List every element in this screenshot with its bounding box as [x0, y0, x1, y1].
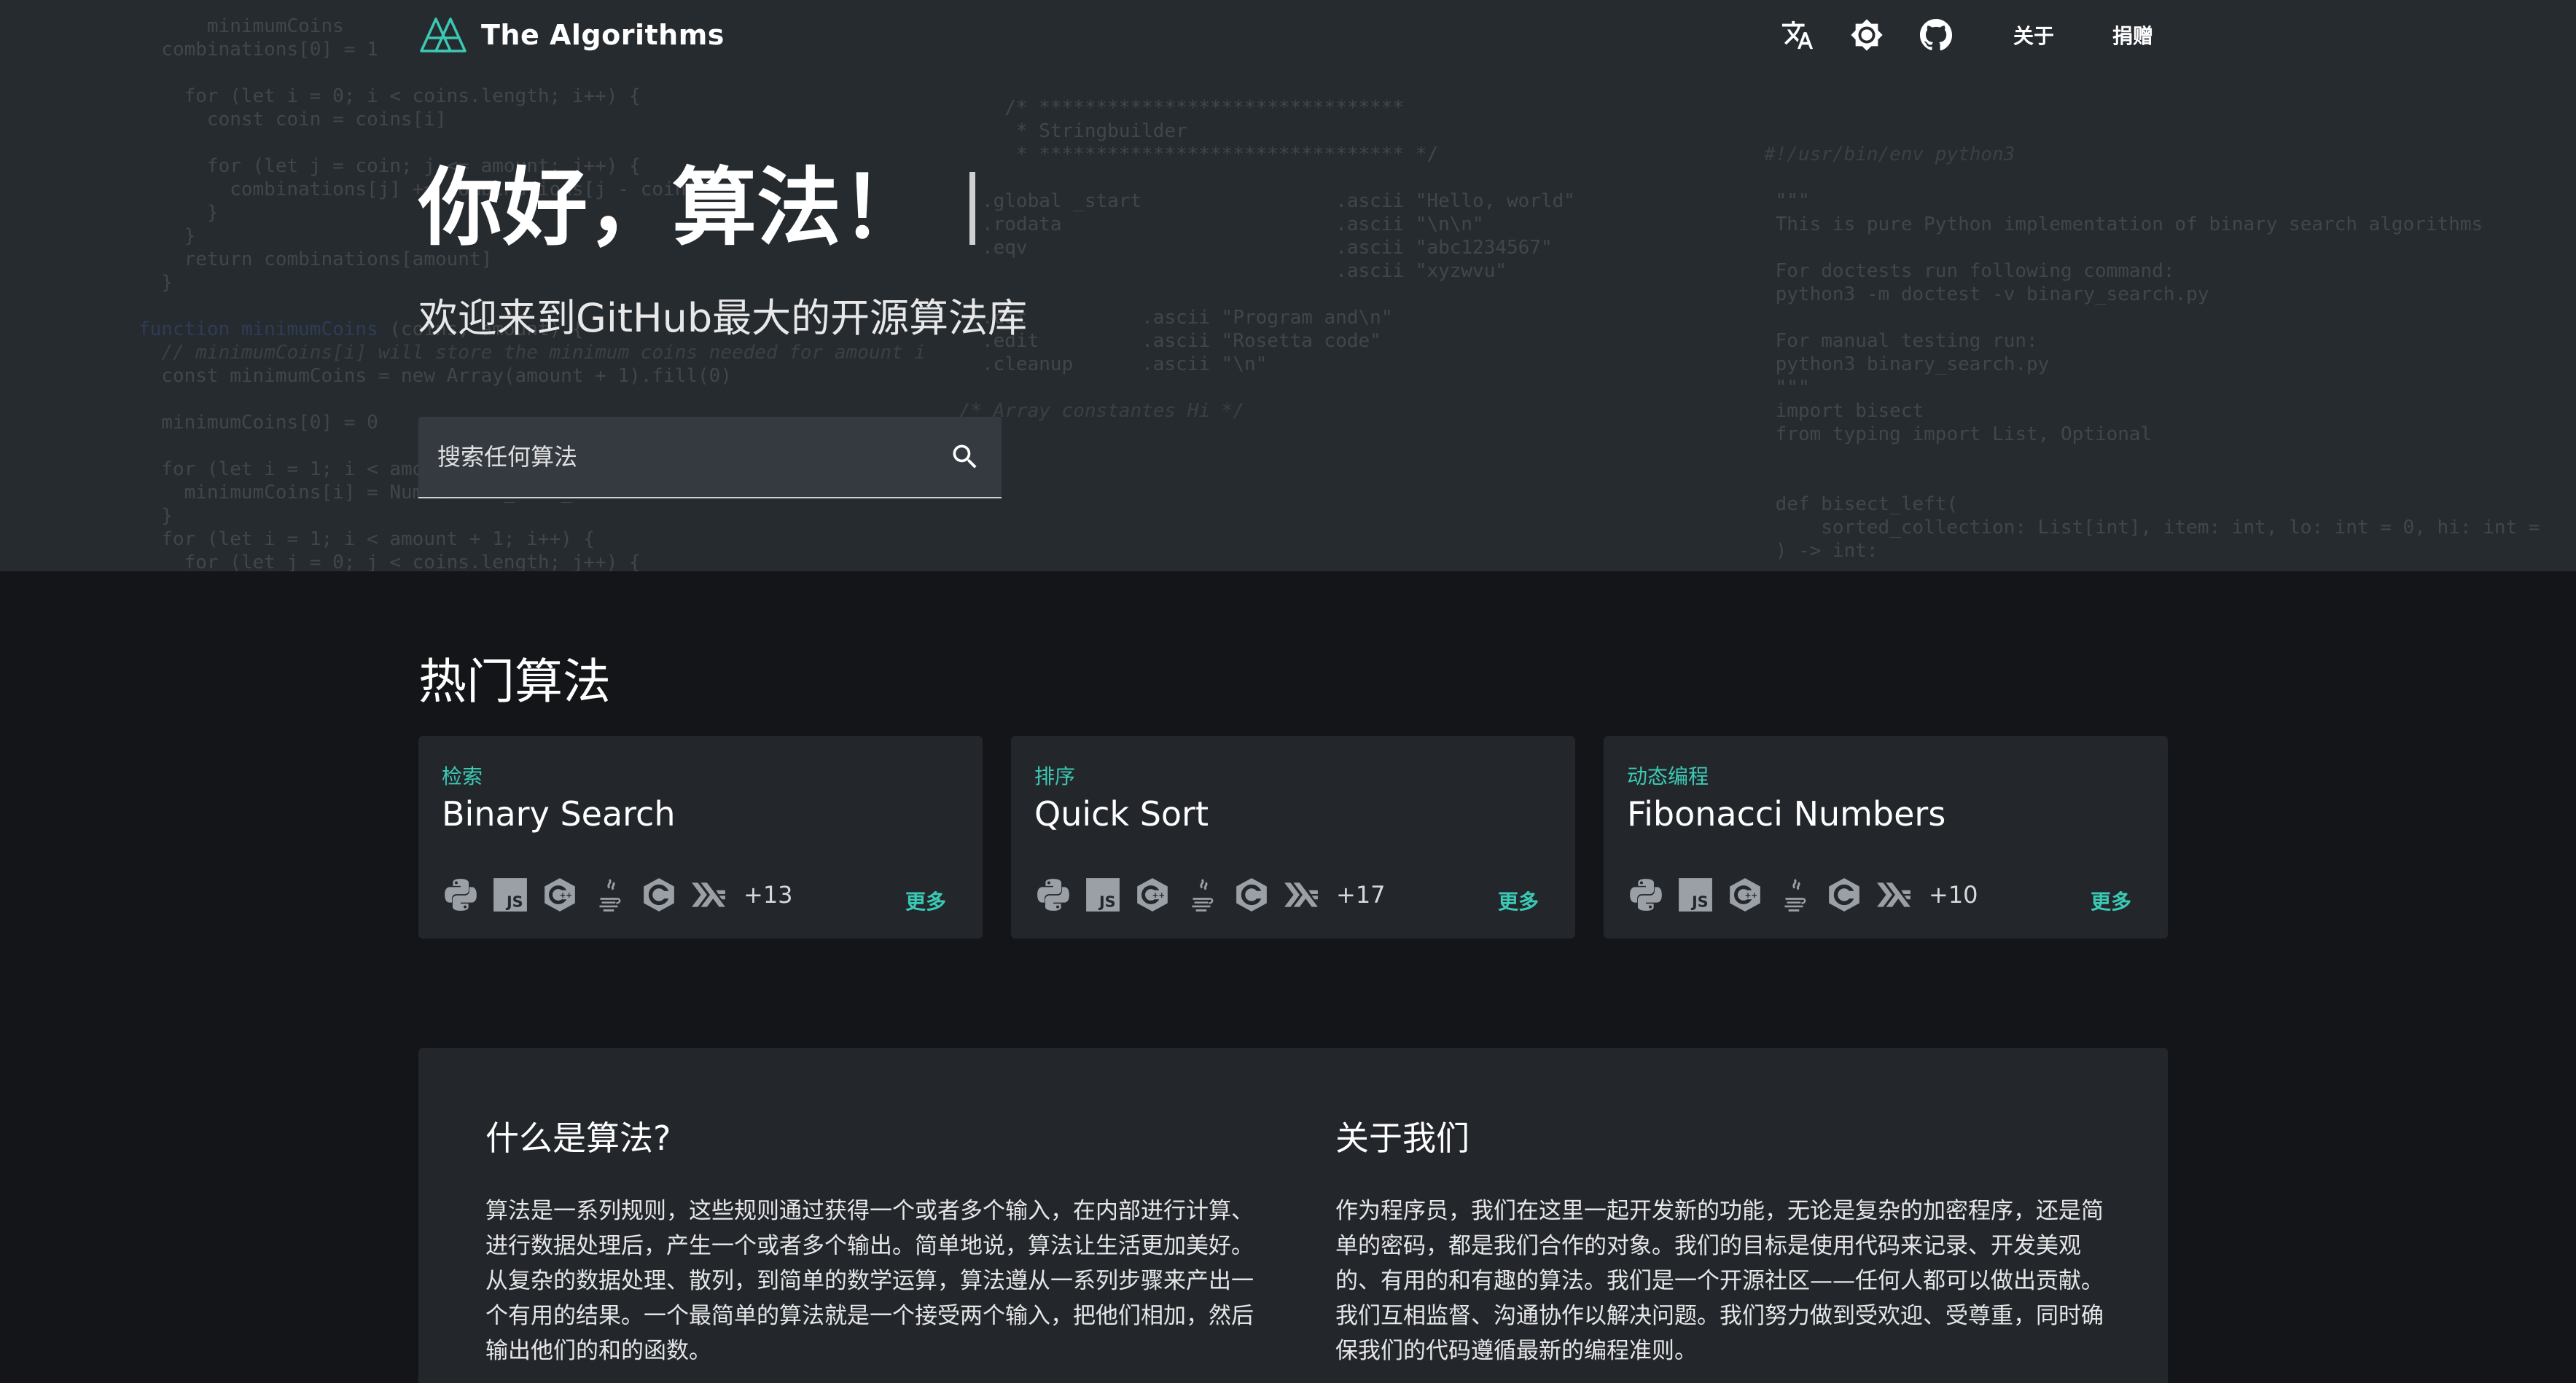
about-us-text: 作为程序员，我们在这里一起开发新的功能，无论是复杂的加密程序，还是简单的密码，都…: [1335, 1198, 2104, 1364]
github-icon[interactable]: [1917, 16, 1955, 54]
nav-link-donate[interactable]: 捐赠: [2112, 20, 2153, 50]
language-list: JS ++ +10: [1627, 874, 1978, 915]
navbar: The Algorithms 关于 捐赠: [0, 0, 2576, 70]
popular-algorithms-title: 热门算法: [418, 654, 611, 710]
c-icon[interactable]: [1233, 876, 1271, 914]
algorithm-card-fibonacci-numbers[interactable]: 动态编程 Fibonacci Numbers JS ++ +10 更多: [1604, 736, 2168, 939]
hero-section: minimumCoins combinations[0] = 1 for (le…: [0, 0, 2576, 571]
more-link[interactable]: 更多: [905, 886, 946, 915]
background-code-c: /* ******************************** * St…: [959, 97, 1575, 422]
java-icon[interactable]: [1776, 876, 1814, 914]
more-link[interactable]: 更多: [2091, 886, 2131, 915]
algorithm-card-binary-search[interactable]: 检索 Binary Search JS ++ +13 更多: [418, 736, 983, 939]
background-code-python: #!/usr/bin/env python3 """ This is pure …: [1764, 144, 2540, 562]
java-icon[interactable]: [590, 876, 628, 914]
card-category[interactable]: 检索: [442, 761, 483, 790]
brand-link[interactable]: The Algorithms: [418, 13, 725, 57]
navbar-actions: 关于 捐赠: [1747, 13, 2153, 57]
cpp-icon[interactable]: ++: [1133, 876, 1171, 914]
what-is-algorithm-text: 算法是一系列规则，这些规则通过获得一个或者多个输入，在内部进行计算、进行数据处理…: [485, 1198, 1254, 1364]
svg-text:JS: JS: [1690, 893, 1709, 911]
about-us-title: 关于我们: [1335, 1118, 1470, 1158]
more-languages-count: +13: [743, 881, 793, 909]
haskell-icon[interactable]: [690, 876, 727, 914]
c-icon[interactable]: [1825, 876, 1863, 914]
what-is-algorithm-title: 什么是算法?: [485, 1118, 671, 1158]
card-title[interactable]: Quick Sort: [1034, 794, 1209, 834]
python-icon[interactable]: [1627, 876, 1665, 914]
card-title[interactable]: Binary Search: [442, 794, 675, 834]
card-category[interactable]: 排序: [1034, 761, 1075, 790]
svg-text:JS: JS: [505, 893, 523, 911]
algorithms-logo-icon: [418, 16, 468, 54]
nav-link-about[interactable]: 关于: [2013, 20, 2054, 50]
cpp-icon[interactable]: ++: [541, 876, 579, 914]
about-us-column: 关于我们 作为程序员，我们在这里一起开发新的功能，无论是复杂的加密程序，还是简单…: [1335, 1112, 2108, 1368]
info-panel: 什么是算法? 算法是一系列规则，这些规则通过获得一个或者多个输入，在内部进行计算…: [418, 1048, 2168, 1383]
card-category[interactable]: 动态编程: [1627, 761, 1709, 790]
haskell-icon[interactable]: [1875, 876, 1913, 914]
svg-text:++: ++: [560, 891, 572, 900]
theme-icon[interactable]: [1848, 16, 1886, 54]
javascript-icon[interactable]: JS: [1677, 876, 1714, 914]
translate-icon[interactable]: [1779, 16, 1816, 54]
more-languages-count: +17: [1336, 881, 1386, 909]
popular-algorithms-list: 检索 Binary Search JS ++ +13 更多 排序 Quick S…: [418, 736, 2168, 939]
hero-subtitle: 欢迎来到GitHub最大的开源算法库: [418, 295, 1028, 341]
what-is-algorithm-column: 什么是算法? 算法是一系列规则，这些规则通过获得一个或者多个输入，在内部进行计算…: [485, 1112, 1258, 1368]
python-icon[interactable]: [442, 876, 480, 914]
javascript-icon[interactable]: JS: [491, 876, 529, 914]
cpp-icon[interactable]: ++: [1726, 876, 1764, 914]
search-input[interactable]: [418, 442, 943, 471]
language-list: JS ++ +17: [1034, 874, 1386, 915]
brand-name: The Algorithms: [481, 19, 725, 51]
search-icon[interactable]: [943, 435, 987, 479]
typing-cursor: [969, 172, 975, 245]
python-icon[interactable]: [1034, 876, 1072, 914]
svg-text:JS: JS: [1098, 893, 1116, 911]
haskell-icon[interactable]: [1282, 876, 1320, 914]
more-languages-count: +10: [1929, 881, 1978, 909]
svg-text:++: ++: [1745, 891, 1757, 900]
svg-text:++: ++: [1152, 891, 1165, 900]
language-list: JS ++ +13: [442, 874, 793, 915]
javascript-icon[interactable]: JS: [1084, 876, 1122, 914]
more-link[interactable]: 更多: [1498, 886, 1539, 915]
java-icon[interactable]: [1183, 876, 1221, 914]
hero-title: 你好，算法！: [418, 157, 975, 259]
hero-title-text: 你好，算法！: [418, 159, 926, 257]
algorithm-card-quick-sort[interactable]: 排序 Quick Sort JS ++ +17 更多: [1011, 736, 1575, 939]
card-title[interactable]: Fibonacci Numbers: [1627, 794, 1945, 834]
c-icon[interactable]: [640, 876, 678, 914]
search-box: [418, 417, 1002, 498]
